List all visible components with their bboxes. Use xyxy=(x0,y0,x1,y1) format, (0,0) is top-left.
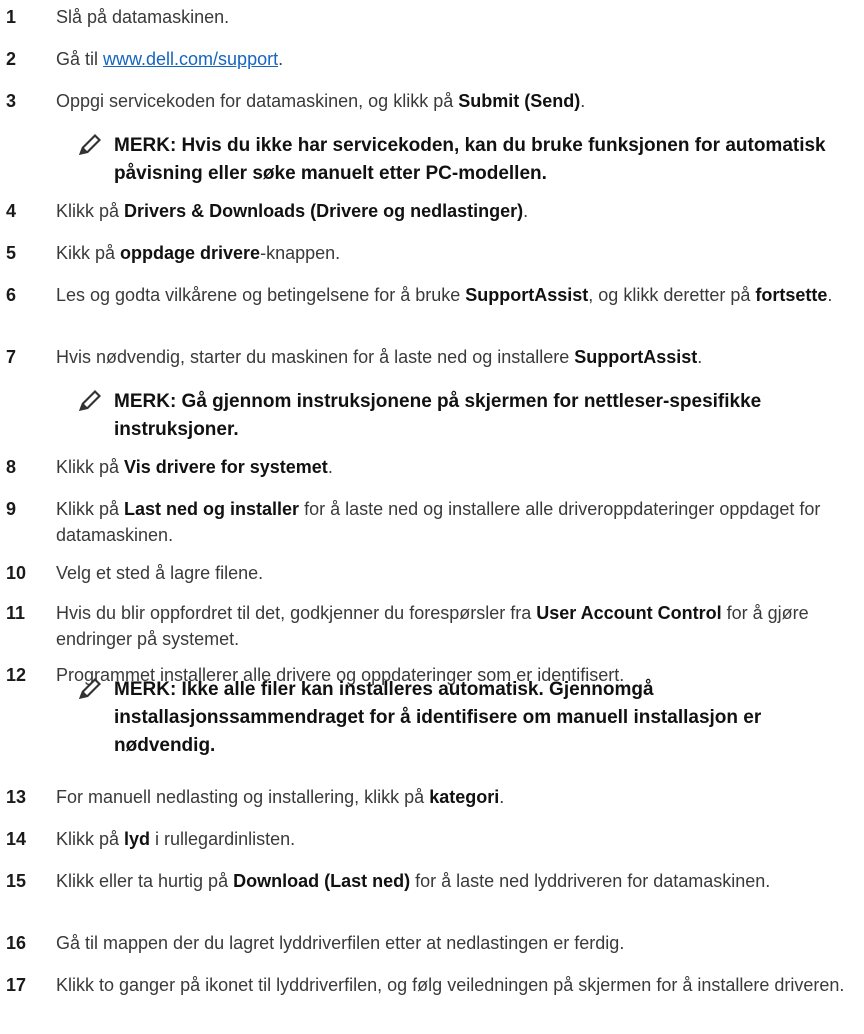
step-number: 6 xyxy=(6,285,17,305)
step-emphasis: kategori xyxy=(429,787,500,807)
step-text: Klikk eller ta hurtig på Download (Last … xyxy=(56,868,860,894)
step-text: Klikk to ganger på ikonet til lyddriverf… xyxy=(56,972,860,998)
step-text: Oppgi servicekoden for datamaskinen, og … xyxy=(56,88,860,114)
step-number: 2 xyxy=(6,49,17,69)
step-text-segment: . xyxy=(327,457,333,477)
step-number: 5 xyxy=(6,243,17,263)
support-link[interactable]: www.dell.com/support xyxy=(103,49,278,69)
step-emphasis: Submit (Send) xyxy=(458,91,581,111)
step-text-segment: Gå til mappen der du lagret lyddriverfil… xyxy=(56,933,625,953)
document-page: 1 Slå på datamaskinen. 2 Gå til www.dell.co… xyxy=(0,0,864,1034)
step-text: Hvis du blir oppfordret til det, godkjen… xyxy=(56,600,860,652)
step-emphasis: Download (Last ned) xyxy=(233,871,411,891)
step-number: 10 xyxy=(6,563,27,583)
step-text-segment: Oppgi servicekoden for datamaskinen, og … xyxy=(56,91,459,111)
step-text: Klikk på Drivers & Downloads (Drivere og… xyxy=(56,198,860,224)
step-number: 15 xyxy=(6,871,27,891)
step-text-segment: Klikk to ganger på ikonet til lyddriverf… xyxy=(56,975,845,995)
step-number: 8 xyxy=(6,457,17,477)
step-number: 12 xyxy=(6,665,27,685)
step-emphasis: SupportAssist xyxy=(465,285,589,305)
step-emphasis: Drivers & Downloads (Drivere og nedlasti… xyxy=(124,201,524,221)
step-number: 4 xyxy=(6,201,17,221)
step-text-segment: Hvis du blir oppfordret til det, godkjen… xyxy=(56,603,537,623)
step-number: 13 xyxy=(6,787,27,807)
step-text-segment: . xyxy=(523,201,529,221)
step-text-segment: , og klikk deretter på xyxy=(588,285,756,305)
step-number: 3 xyxy=(6,91,17,111)
step-emphasis: fortsette xyxy=(755,285,828,305)
step-number: 9 xyxy=(6,499,17,519)
step-text: Les og godta vilkårene og betingelsene f… xyxy=(56,282,860,308)
pencil-note-icon xyxy=(76,132,104,158)
step-text: Gå til mappen der du lagret lyddriverfil… xyxy=(56,930,860,956)
step-text-segment: For manuell nedlasting og installering, … xyxy=(56,787,430,807)
step-number: 11 xyxy=(6,603,26,623)
note-text: MERK: Gå gjennom instruksjonene på skjer… xyxy=(114,391,762,440)
step-text: Kikk på oppdage drivere-knappen. xyxy=(56,240,860,266)
step-text: Gå til www.dell.com/support. xyxy=(56,46,860,72)
step-emphasis: lyd xyxy=(124,829,151,849)
step-text-segment: -knappen. xyxy=(260,243,341,263)
step-text-segment: Gå til xyxy=(56,49,104,69)
step-emphasis: oppdage drivere xyxy=(120,243,261,263)
step-text: Hvis nødvendig, starter du maskinen for … xyxy=(56,344,860,370)
step-text: Velg et sted å lagre filene. xyxy=(56,560,860,586)
step-text-segment: Hvis nødvendig, starter du maskinen for … xyxy=(56,347,575,367)
step-number: 1 xyxy=(6,7,17,27)
step-text-segment: for å laste ned lyddriveren for datamask… xyxy=(410,871,771,891)
step-text: Klikk på Vis drivere for systemet. xyxy=(56,454,860,480)
step-text: Klikk på Last ned og installer for å las… xyxy=(56,496,860,548)
step-text-segment: Slå på datamaskinen. xyxy=(56,7,230,27)
step-emphasis: Last ned og installer xyxy=(124,499,300,519)
step-text: Klikk på lyd i rullegardinlisten. xyxy=(56,826,860,852)
note-text: MERK: Ikke alle filer kan installeres au… xyxy=(114,679,762,756)
step-text-segment: Klikk på xyxy=(56,201,125,221)
step-number: 17 xyxy=(6,975,27,995)
step-text-segment: . xyxy=(278,49,284,69)
step-text-segment: . xyxy=(499,787,505,807)
step-text-segment: Klikk på xyxy=(56,457,125,477)
step-text-segment: Klikk på xyxy=(56,499,125,519)
step-number: 14 xyxy=(6,829,27,849)
step-text: Slå på datamaskinen. xyxy=(56,4,860,30)
step-emphasis: User Account Control xyxy=(536,603,722,623)
step-text-segment: i rullegardinlisten. xyxy=(150,829,296,849)
step-text-segment: . xyxy=(580,91,586,111)
step-text-segment: Klikk eller ta hurtig på xyxy=(56,871,234,891)
pencil-note-icon xyxy=(76,676,104,702)
step-text-segment: . xyxy=(827,285,833,305)
step-text-segment: Klikk på xyxy=(56,829,125,849)
step-number: 16 xyxy=(6,933,27,953)
step-text: For manuell nedlasting og installering, … xyxy=(56,784,860,810)
step-emphasis: SupportAssist xyxy=(574,347,698,367)
pencil-note-icon xyxy=(76,388,104,414)
step-text-segment: Les og godta vilkårene og betingelsene f… xyxy=(56,285,466,305)
step-text-segment: . xyxy=(697,347,703,367)
step-text-segment: Velg et sted å lagre filene. xyxy=(56,563,264,583)
note-text: MERK: Hvis du ikke har servicekoden, kan… xyxy=(114,135,826,184)
step-text-segment: Kikk på xyxy=(56,243,121,263)
step-number: 7 xyxy=(6,347,17,367)
step-emphasis: Vis drivere for systemet xyxy=(124,457,328,477)
